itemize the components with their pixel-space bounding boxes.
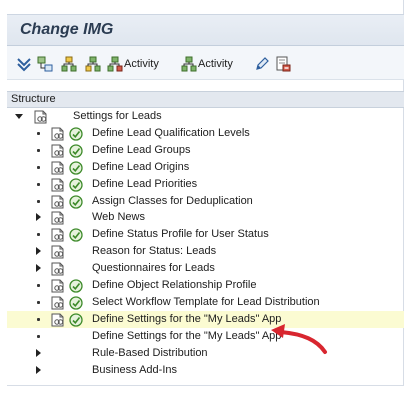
expand-triangle-icon[interactable] [36, 348, 41, 357]
tree-item-label: Define Settings for the "My Leads" App [92, 312, 282, 325]
pencil-icon[interactable] [254, 56, 270, 72]
activity-button-label[interactable]: Activity [198, 58, 233, 70]
documentation-icon[interactable] [51, 245, 65, 259]
toolbar: Activity Activity [7, 46, 404, 80]
structure-header-label: Structure [11, 93, 56, 105]
expand-triangle-icon[interactable] [36, 365, 41, 374]
tree-item-row[interactable]: Define Lead Qualification Levels [7, 125, 404, 142]
documentation-icon[interactable] [51, 313, 65, 327]
tree-root-row[interactable]: Settings for Leads [7, 108, 404, 125]
leaf-bullet-icon [37, 131, 40, 135]
leaf-bullet-icon [37, 334, 40, 338]
tree-item-row[interactable]: Define Status Profile for User Status [7, 226, 404, 243]
activity-icon[interactable] [107, 56, 123, 72]
leaf-bullet-icon [37, 233, 40, 237]
expand-subtree-icon[interactable] [16, 56, 32, 72]
documentation-icon[interactable] [51, 296, 65, 310]
page-title: Change IMG [20, 21, 114, 38]
tree-item-row[interactable]: Define Lead Priorities [7, 176, 404, 193]
expand-triangle-icon[interactable] [36, 213, 41, 222]
tree-item-row[interactable]: Define Settings for the "My Leads" App [7, 310, 404, 328]
tree-item-label: Rule-Based Distribution [92, 346, 208, 359]
activity-icon[interactable] [181, 56, 197, 72]
tree-item-label: Define Status Profile for User Status [92, 228, 269, 241]
annotation-arrow-icon [271, 324, 327, 354]
leaf-bullet-icon [37, 182, 40, 186]
tree-item-label: Define Lead Origins [92, 160, 190, 173]
tree-item-label: Define Lead Priorities [92, 177, 198, 190]
execute-activity-icon[interactable] [69, 313, 83, 327]
tree-item-row[interactable]: Business Add-Ins [7, 362, 404, 379]
tree-view-icon[interactable] [37, 56, 53, 72]
documentation-icon[interactable] [51, 279, 65, 293]
tree-item-row[interactable]: Reason for Status: Leads [7, 243, 404, 260]
documentation-icon[interactable] [51, 144, 65, 158]
tree-item-row[interactable]: Define Lead Groups [7, 142, 404, 159]
tree-item-row[interactable]: Questionnaires for Leads [7, 260, 404, 277]
expand-triangle-icon[interactable] [36, 264, 41, 273]
add-node-icon[interactable] [61, 56, 77, 72]
expand-triangle-icon[interactable] [36, 247, 41, 256]
hierarchy-icon[interactable] [85, 56, 101, 72]
leaf-bullet-icon [37, 300, 40, 304]
documentation-icon[interactable] [51, 195, 65, 209]
tree-item-row[interactable]: Define Object Relationship Profile [7, 277, 404, 294]
execute-activity-icon[interactable] [69, 144, 83, 158]
tree-root-label: Settings for Leads [73, 110, 162, 122]
tree-item-label: Select Workflow Template for Lead Distri… [92, 295, 320, 308]
tree-item-row[interactable]: Select Workflow Template for Lead Distri… [7, 294, 404, 311]
leaf-bullet-icon [37, 284, 40, 287]
tree-item-row[interactable]: Web News [7, 209, 404, 226]
img-window: Change IMG Activity Activity Structure S… [7, 0, 404, 386]
leaf-bullet-icon [37, 165, 40, 169]
leaf-bullet-icon [37, 199, 40, 203]
documentation-icon[interactable] [51, 178, 65, 192]
documentation-icon[interactable] [51, 211, 65, 225]
tree-item-label: Define Object Relationship Profile [92, 279, 257, 291]
leaf-bullet-icon [37, 148, 40, 152]
tree-item-row[interactable]: Assign Classes for Deduplication [7, 193, 404, 210]
tree-item-row[interactable]: Define Lead Origins [7, 159, 404, 176]
tree-item-label: Define Lead Groups [92, 143, 191, 156]
structure-header: Structure [7, 91, 404, 108]
activity-button-label[interactable]: Activity [124, 58, 159, 70]
documentation-icon[interactable] [51, 161, 65, 175]
title-bar: Change IMG [7, 14, 404, 46]
tree-item-label: Reason for Status: Leads [92, 245, 217, 258]
execute-activity-icon[interactable] [69, 194, 83, 209]
execute-activity-icon[interactable] [69, 161, 83, 175]
tree-item-row[interactable]: Rule-Based Distribution [7, 345, 404, 362]
leaf-bullet-icon [37, 317, 40, 321]
collapse-triangle-icon[interactable] [15, 114, 23, 119]
tree-item-label: Questionnaires for Leads [92, 262, 215, 275]
tree-item-label: Assign Classes for Deduplication [92, 194, 253, 207]
tree-item-row[interactable]: Define Settings for the "My Leads" App [7, 328, 404, 345]
tree-item-label: Web News [92, 211, 145, 224]
execute-activity-icon[interactable] [69, 279, 83, 293]
documentation-icon[interactable] [34, 110, 48, 124]
note-remove-icon[interactable] [275, 56, 291, 72]
execute-activity-icon[interactable] [69, 296, 83, 310]
execute-activity-icon[interactable] [69, 177, 83, 192]
documentation-icon[interactable] [51, 127, 65, 141]
tree-item-label: Define Settings for the "My Leads" App [92, 329, 282, 342]
tree-item-label: Define Lead Qualification Levels [92, 126, 250, 139]
execute-activity-icon[interactable] [69, 228, 83, 242]
execute-activity-icon[interactable] [69, 127, 83, 141]
documentation-icon[interactable] [51, 228, 65, 242]
documentation-icon[interactable] [51, 262, 65, 276]
tree-item-label: Business Add-Ins [92, 363, 177, 376]
